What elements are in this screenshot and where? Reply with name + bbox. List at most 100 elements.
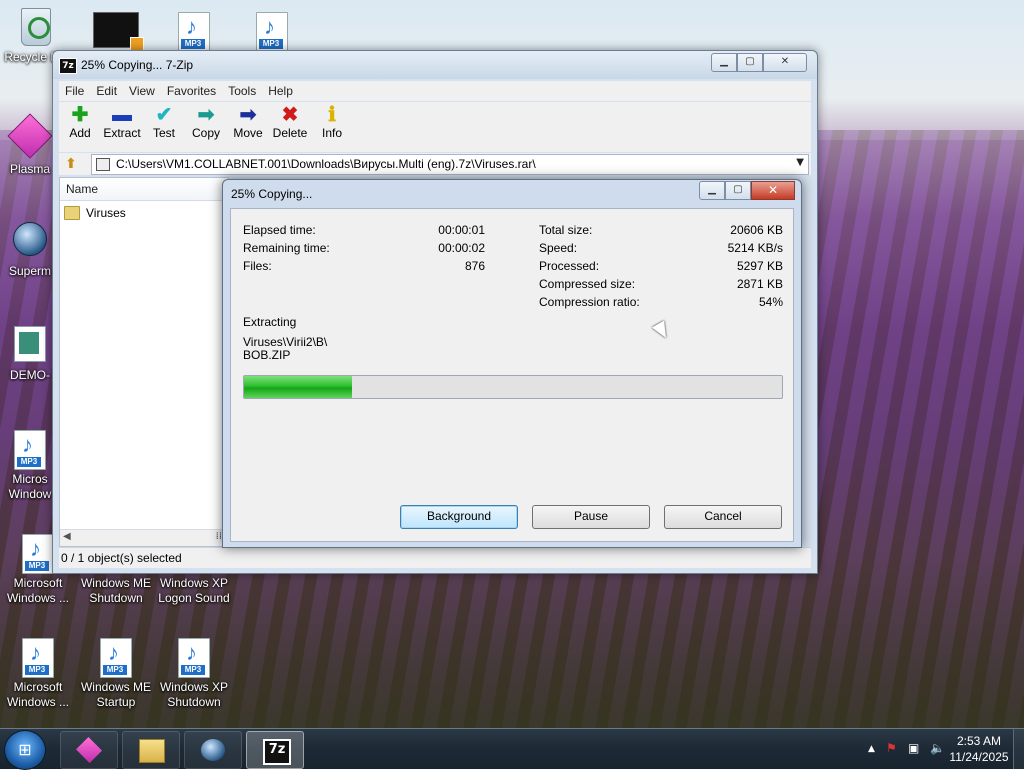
processed-label: Processed:	[539, 259, 600, 273]
add-label: Add	[69, 126, 91, 140]
show-desktop-button[interactable]	[1013, 729, 1024, 769]
wallpaper-field	[0, 560, 1024, 728]
files-label: Files:	[243, 259, 272, 273]
info-button[interactable]: ℹ Info	[311, 102, 353, 150]
recycle-bin-icon	[19, 8, 53, 48]
system-tray: ▲ ⚑ ▣ 🔈 2:53 AM 11/24/2025	[834, 729, 1024, 769]
check-icon: ✔	[155, 104, 173, 126]
up-folder-icon[interactable]: ⬆	[63, 156, 79, 172]
minimize-button[interactable]: ▁	[711, 53, 737, 72]
mp3-file-icon: ♪MP3	[99, 638, 133, 678]
clock-date: 11/24/2025	[949, 750, 1009, 764]
compression-ratio-label: Compression ratio:	[539, 295, 640, 309]
mp3-file-icon: ♪MP3	[21, 534, 55, 574]
menu-favorites[interactable]: Favorites	[161, 84, 222, 98]
column-header-name[interactable]: Name	[60, 178, 228, 201]
compressed-size-label: Compressed size:	[539, 277, 636, 291]
dialog-caption-buttons: ▁ ▢ ✕	[699, 181, 795, 200]
menu-edit[interactable]: Edit	[90, 84, 123, 98]
pause-button[interactable]: Pause	[532, 505, 650, 529]
window-caption-buttons: ▁ ▢ ✕	[711, 53, 807, 72]
extract-button[interactable]: ▬ Extract	[101, 102, 143, 150]
delete-button[interactable]: ✖ Delete	[269, 102, 311, 150]
desktop-icon-mp3[interactable]: ♪ MP3	[236, 12, 308, 54]
document-icon	[13, 326, 47, 366]
menu-bar: File Edit View Favorites Tools Help	[59, 81, 811, 101]
move-label: Move	[233, 126, 263, 140]
info-icon: ℹ	[328, 104, 336, 126]
taskbar-app-7zip[interactable]: 7z	[246, 731, 304, 769]
maximize-button[interactable]: ▢	[737, 53, 763, 72]
background-button[interactable]: Background	[400, 505, 518, 529]
minus-icon: ▬	[112, 104, 132, 126]
list-item-label: Viruses	[86, 206, 126, 220]
taskbar-app-explorer[interactable]	[122, 731, 180, 769]
desktop-icon-mp3[interactable]: ♪ MP3 Microsoft Windows ...	[2, 638, 74, 710]
desktop-icon-mp3[interactable]: ♪ MP3 Windows XP Shutdown	[158, 638, 230, 710]
clock-time: 2:53 AM	[956, 734, 1002, 748]
windows-logo-icon: ⊞	[18, 740, 32, 759]
elapsed-time-value: 00:00:01	[438, 223, 485, 237]
mp3-file-icon: ♪MP3	[21, 638, 55, 678]
window-titlebar[interactable]: 7z 25% Copying... 7-Zip ▁ ▢ ✕	[53, 51, 817, 79]
address-field[interactable]: C:\Users\VM1.COLLABNET.001\Downloads\Вир…	[91, 154, 809, 175]
desktop-icon-label: Windows XP Shutdown	[159, 680, 229, 709]
start-button[interactable]: ⊞	[4, 730, 46, 770]
mp3-file-icon: ♪MP3	[255, 12, 289, 52]
copy-button[interactable]: ➡ Copy	[185, 102, 227, 150]
file-list: Name Viruses ◀ ⁞⁞	[59, 177, 229, 547]
plasma-icon	[7, 113, 53, 160]
total-size-value: 20606 KB	[730, 223, 783, 237]
mp3-file-icon: ♪MP3	[177, 638, 211, 678]
move-button[interactable]: ➡ Move	[227, 102, 269, 150]
clock[interactable]: 2:53 AM 11/24/2025	[944, 733, 1014, 765]
speed-label: Speed:	[539, 241, 578, 255]
speed-value: 5214 KB/s	[727, 241, 783, 255]
menu-tools[interactable]: Tools	[222, 84, 262, 98]
desktop-icon-mp3[interactable]: ♪ MP3 Windows ME Startup	[80, 638, 152, 710]
superm-icon	[13, 222, 47, 262]
folder-icon	[139, 739, 165, 763]
menu-help[interactable]: Help	[262, 84, 299, 98]
folder-icon	[64, 206, 80, 220]
desktop-icon-video[interactable]	[80, 12, 152, 54]
status-bar: 0 / 1 object(s) selected	[59, 547, 811, 568]
taskbar-app-superm[interactable]	[184, 731, 242, 769]
move-arrow-icon: ➡	[239, 104, 257, 126]
archive-icon	[96, 158, 110, 171]
plasma-icon	[75, 736, 103, 764]
desktop-icon-label: Microsoft Windows ...	[6, 576, 69, 605]
volume-icon[interactable]: 🔈	[930, 741, 945, 755]
cancel-button[interactable]: Cancel	[664, 505, 782, 529]
desktop-icon-label: Windows ME Shutdown	[80, 576, 151, 605]
close-button[interactable]: ✕	[763, 53, 807, 72]
chevron-down-icon[interactable]: ▼	[796, 157, 804, 168]
list-item[interactable]: Viruses	[64, 204, 126, 222]
network-icon[interactable]: ▣	[908, 741, 919, 755]
menu-file[interactable]: File	[59, 84, 90, 98]
window-title: 25% Copying... 7-Zip	[81, 58, 194, 72]
taskbar-app-plasma[interactable]	[60, 731, 118, 769]
processed-value: 5297 KB	[736, 259, 783, 273]
desktop-icon-label: Microsoft Windows ...	[6, 680, 69, 709]
dialog-close-button[interactable]: ✕	[751, 181, 795, 200]
action-center-flag-icon[interactable]: ⚑	[886, 741, 897, 755]
test-button[interactable]: ✔ Test	[143, 102, 185, 150]
dialog-maximize-button[interactable]: ▢	[725, 181, 751, 200]
extract-label: Extract	[103, 126, 141, 140]
dialog-minimize-button[interactable]: ▁	[699, 181, 725, 200]
address-bar: ⬆ C:\Users\VM1.COLLABNET.001\Downloads\В…	[59, 153, 811, 175]
progress-bar-fill	[244, 376, 352, 398]
operation-label: Extracting	[243, 315, 297, 329]
copy-label: Copy	[191, 126, 220, 140]
desktop-icon-label: Windows ME Startup	[80, 680, 151, 709]
info-label: Info	[321, 126, 342, 140]
show-hidden-icons-icon[interactable]: ▲	[868, 744, 875, 754]
status-text: 0 / 1 object(s) selected	[61, 551, 182, 565]
desktop-icon-mp3[interactable]: ♪ MP3	[158, 12, 230, 54]
horizontal-scrollbar[interactable]: ◀ ⁞⁞	[60, 529, 228, 546]
taskbar: ⊞ 7z ▲ ⚑ ▣ 🔈 2:53 AM 11/24/2025	[0, 728, 1024, 770]
add-button[interactable]: ✚ Add	[59, 102, 101, 150]
menu-view[interactable]: View	[123, 84, 161, 98]
scroll-left-icon[interactable]: ◀	[63, 531, 71, 542]
